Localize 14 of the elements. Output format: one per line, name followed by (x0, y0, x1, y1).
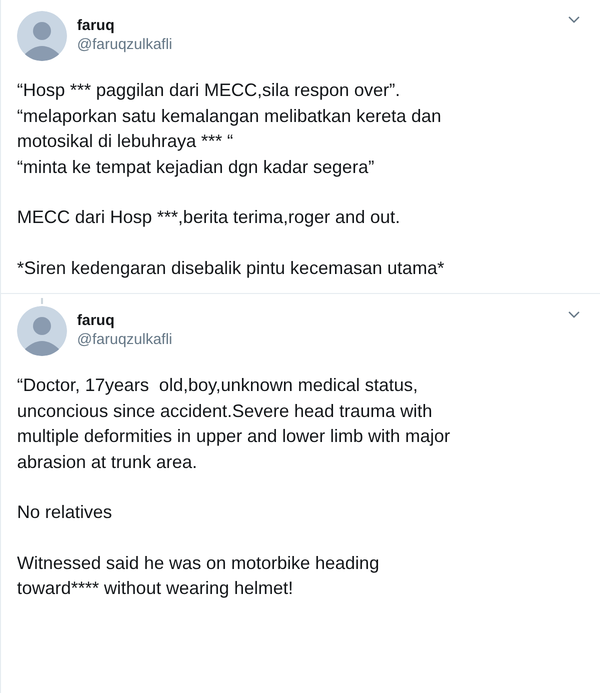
user-handle[interactable]: @faruqzulkafli (77, 330, 172, 350)
avatar[interactable] (17, 306, 67, 356)
tweet-text: MECC dari Hosp ***,berita terima,roger and out. (17, 206, 400, 229)
user-handle[interactable]: @faruqzulkafli (77, 35, 172, 55)
display-name[interactable]: faruq (77, 16, 114, 35)
tweet-text: *Siren kedengaran disebalik pintu kecemasan utama* (17, 256, 444, 280)
caret-icon[interactable] (568, 16, 580, 24)
tweet-text: No relatives (17, 501, 112, 524)
tweet-text: “Doctor, 17years old,boy,unknown medical status, unconcious since accident.Severe head trauma with multiple deformities in upper and lower limb with major abrasion at trunk area. (17, 374, 450, 474)
caret-icon[interactable] (568, 311, 580, 319)
display-name[interactable]: faruq (77, 311, 114, 330)
tweet-text: “Hosp *** paggilan dari MECC,sila respon over”. “melaporkan satu kemalangan melibatkan kereta dan motosikal di lebuhraya *** “ “minta ke tempat kejadian dgn kadar segera” (17, 79, 442, 179)
tweet-text: Witnessed said he was on motorbike heading toward**** without wearing helmet! (17, 552, 380, 600)
avatar[interactable] (17, 11, 67, 61)
